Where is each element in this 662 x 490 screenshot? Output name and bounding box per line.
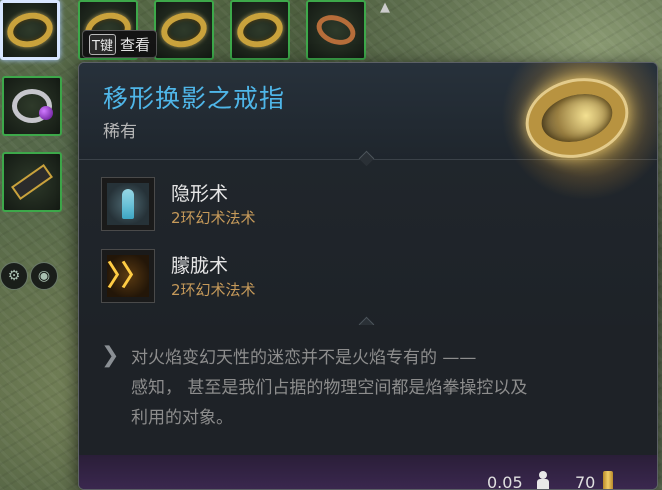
flavor-line: 感知， 甚至是我们占据的物理空间都是焰拳操控以及 (131, 378, 528, 398)
flavor-line: 利用的对象。 (131, 408, 233, 428)
inspect-key: T键 (89, 33, 116, 55)
inventory-slot-hammer[interactable] (2, 152, 62, 212)
inventory-slot-ring[interactable] (154, 0, 214, 60)
scroll-up-icon[interactable]: ▲ (380, 0, 390, 15)
inventory-slot-ring-selected[interactable] (0, 0, 60, 60)
item-name: 移形换影之戒指 (103, 84, 286, 113)
inventory-slot-ring[interactable] (2, 76, 62, 136)
spell-type: 2环幻术法术 (171, 281, 256, 299)
flavor-line: 对火焰变幻天性的迷恋并不是火焰专有的 —— (131, 348, 477, 368)
hammer-icon (11, 163, 53, 201)
tooltip-footer: 0.05 70 (79, 455, 657, 490)
spell-type: 2环幻术法术 (171, 209, 256, 227)
quote-icon: ❯ (101, 343, 120, 368)
tooltip-header: 移形换影之戒指 稀有 (79, 63, 657, 199)
blur-spell-icon: 〉〉 (101, 249, 155, 303)
inventory-slot-ring[interactable] (230, 0, 290, 60)
item-weight: 0.05 (487, 473, 523, 490)
spell-row-blur[interactable]: 〉〉 朦胧术 2环幻术法术 (101, 249, 641, 305)
invisibility-spell-icon (101, 177, 155, 231)
spell-row-invisibility[interactable]: 隐形术 2环幻术法术 (101, 177, 641, 233)
gold-ring-icon (157, 8, 211, 52)
weight-icon (537, 471, 549, 489)
flavor-text-area: ❯ 对火焰变幻天性的迷恋并不是火焰专有的 —— 感知， 甚至是我们占据的物理空间… (79, 325, 657, 455)
item-tooltip: 移形换影之戒指 稀有 隐形术 2环幻术法术 〉〉 朦胧术 2环幻术法术 ❯ 对火… (78, 62, 658, 490)
amethyst-ring-icon (12, 89, 53, 123)
inspect-hint: T键 查看 (82, 30, 157, 58)
inspect-label: 查看 (119, 35, 150, 54)
flavor-text: 对火焰变幻天性的迷恋并不是火焰专有的 —— 感知， 甚至是我们占据的物理空间都是… (131, 343, 631, 433)
spell-name: 朦胧术 (171, 255, 229, 277)
bronze-ring-icon (312, 10, 360, 50)
item-rarity: 稀有 (103, 122, 137, 142)
gold-ring-icon (3, 8, 57, 52)
spell-name: 隐形术 (171, 183, 229, 205)
settings-icon[interactable]: ⚙ (0, 262, 28, 290)
inventory-slot-ring[interactable] (306, 0, 366, 60)
eye-icon[interactable]: ◉ (30, 262, 58, 290)
gold-coin-icon (603, 471, 613, 489)
item-price: 70 (575, 473, 596, 490)
gold-ring-icon (233, 8, 287, 52)
